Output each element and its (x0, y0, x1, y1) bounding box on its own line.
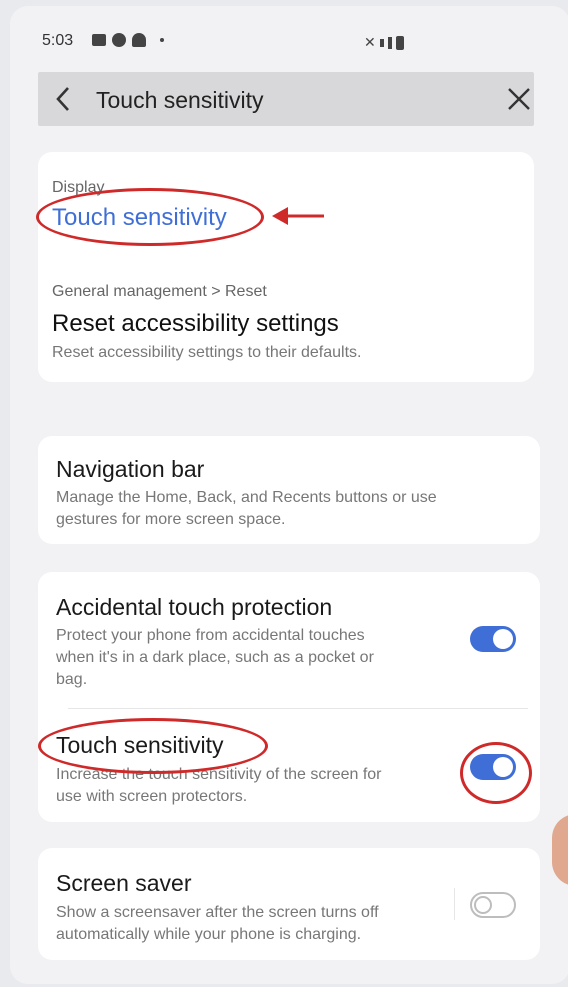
setting-description: gestures for more screen space. (56, 511, 286, 528)
result-breadcrumb: Display (52, 179, 105, 196)
pointer-arrow-icon (272, 207, 324, 225)
toggle-knob (474, 896, 492, 914)
toggle-knob (493, 757, 513, 777)
result-touch-sensitivity-link[interactable]: Touch sensitivity (52, 204, 227, 232)
wifi-icon (132, 33, 146, 47)
setting-description: use with screen protectors. (56, 788, 248, 805)
search-bar[interactable]: Touch sensitivity (38, 72, 534, 126)
battery-icon (395, 35, 404, 50)
setting-description: automatically while your phone is chargi… (56, 926, 362, 943)
setting-description: Increase the touch sensitivity of the sc… (56, 766, 382, 783)
divider (454, 888, 455, 920)
more-notifications-icon (160, 38, 164, 42)
setting-description: when it's in a dark place, such as a poc… (56, 649, 374, 666)
close-icon[interactable] (504, 84, 534, 114)
setting-title: Screen saver (56, 870, 192, 896)
search-input[interactable]: Touch sensitivity (96, 87, 263, 114)
screen-saver-setting[interactable]: Screen saver Show a screensaver after th… (38, 848, 540, 960)
setting-description: Manage the Home, Back, and Recents butto… (56, 489, 437, 506)
touch-sensitivity-toggle[interactable] (470, 754, 516, 780)
mute-icon: ✕ (364, 34, 376, 50)
signal-icon (379, 38, 384, 47)
setting-description: Show a screensaver after the screen turn… (56, 904, 379, 921)
accidental-touch-toggle[interactable] (470, 626, 516, 652)
notification-icons (92, 33, 164, 47)
signal-icon-bar (387, 36, 392, 49)
toggle-knob (493, 629, 513, 649)
back-arrow-icon[interactable] (52, 82, 76, 116)
setting-title: Accidental touch protection (56, 594, 333, 620)
status-time: 5:03 (42, 32, 74, 49)
gallery-icon (92, 34, 106, 46)
setting-title: Navigation bar (56, 456, 205, 482)
result-breadcrumb: General management > Reset (52, 283, 267, 300)
setting-title: Touch sensitivity (56, 732, 224, 758)
search-results-card: Display Touch sensitivity General manage… (38, 152, 534, 382)
result-reset-accessibility-link[interactable]: Reset accessibility settings (52, 310, 339, 338)
result-description: Reset accessibility settings to their de… (52, 344, 362, 361)
screen-saver-toggle[interactable] (470, 892, 516, 918)
setting-description: bag. (56, 671, 88, 688)
touch-settings-card: Accidental touch protection Protect your… (38, 572, 540, 822)
status-bar: 5:03 ✕ (42, 32, 522, 52)
divider (68, 708, 528, 709)
app-notification-icon (112, 33, 126, 47)
setting-description: Protect your phone from accidental touch… (56, 627, 365, 644)
navigation-bar-setting[interactable]: Navigation bar Manage the Home, Back, an… (38, 436, 540, 544)
system-icons: ✕ (364, 34, 404, 51)
